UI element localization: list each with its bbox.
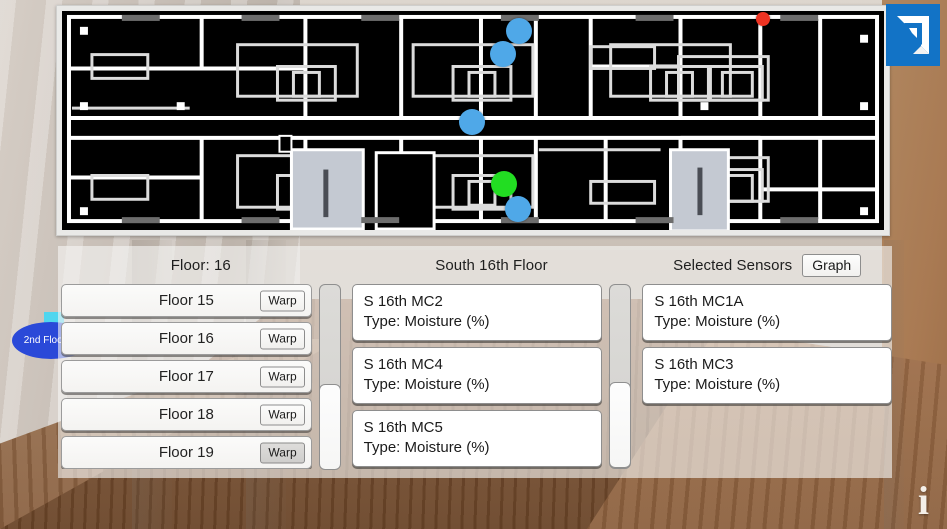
floors-header: Floor: 16 [61, 246, 341, 284]
warp-button[interactable]: Warp [260, 328, 305, 349]
selected-sensors-list[interactable]: S 16th MC1A Type: Moisture (%) S 16th MC3 T… [642, 284, 892, 469]
floors-scrollbar-thumb[interactable] [318, 383, 341, 470]
floor-list-item[interactable]: Floor 19 Warp [61, 436, 312, 469]
sensor-dot[interactable] [491, 171, 517, 197]
sensor-dot[interactable] [505, 196, 531, 222]
floors-column: Floor: 16 Floor 15 Warp Floor 16 Warp Floor … [61, 246, 341, 478]
floors-scrollbar[interactable] [318, 284, 341, 470]
sensor-card-name: S 16th MC5 [363, 419, 443, 436]
sensor-card[interactable]: S 16th MC3 Type: Moisture (%) [642, 347, 892, 404]
sensors-list[interactable]: S 16th MC2 Type: Moisture (%) S 16th MC4 Ty… [351, 284, 603, 469]
warp-button[interactable]: Warp [260, 290, 305, 311]
sensor-card[interactable]: S 16th MC5 Type: Moisture (%) [351, 410, 603, 467]
floor-list-item[interactable]: Floor 18 Warp [61, 398, 312, 431]
application-root: 2nd Floor St Floor: 16 Floor 15 Warp Floor… [0, 0, 947, 529]
sensors-scrollbar-thumb[interactable] [609, 381, 632, 468]
floor-plan-canvas[interactable] [62, 11, 884, 230]
sensor-card-type: Type: Moisture (%) [363, 313, 490, 330]
sensor-dot[interactable] [506, 17, 532, 44]
floors-list-wrap: Floor 15 Warp Floor 16 Warp Floor 17 Warp Floo… [61, 284, 341, 470]
sensor-card-type: Type: Moisture (%) [654, 376, 781, 393]
selected-sensors-title: Selected Sensors [673, 256, 793, 274]
sensor-card-name: S 16th MC3 [654, 356, 734, 373]
warp-button[interactable]: Warp [260, 404, 305, 425]
sensor-card[interactable]: S 16th MC2 Type: Moisture (%) [351, 284, 603, 341]
bottom-control-panel: Floor: 16 Floor 15 Warp Floor 16 Warp Floor … [58, 246, 892, 478]
sensors-scrollbar[interactable] [609, 284, 632, 469]
company-logo [886, 4, 940, 66]
sensor-card-type: Type: Moisture (%) [654, 313, 781, 330]
logo-glyph-icon [897, 16, 929, 54]
sensors-header: South 16th Floor [352, 246, 632, 284]
floors-title: Floor: 16 [170, 256, 231, 274]
floor-item-label: Floor 15 [158, 292, 214, 309]
warp-button[interactable]: Warp [260, 442, 305, 463]
sensor-card-type: Type: Moisture (%) [363, 376, 490, 393]
floor-plan-frame[interactable] [56, 5, 890, 236]
sensors-column: South 16th Floor S 16th MC2 Type: Moistur… [351, 246, 632, 478]
sensors-list-wrap: S 16th MC2 Type: Moisture (%) S 16th MC4 Ty… [351, 284, 632, 469]
sensor-card-type: Type: Moisture (%) [363, 439, 490, 456]
sensor-card[interactable]: S 16th MC1A Type: Moisture (%) [642, 284, 892, 341]
warp-button[interactable]: Warp [260, 366, 305, 387]
sensor-card-name: S 16th MC2 [363, 293, 443, 310]
info-icon[interactable]: i [918, 481, 929, 521]
sensor-card-name: S 16th MC1A [654, 293, 744, 310]
floor-item-label: Floor 16 [158, 330, 214, 347]
sensor-card-name: S 16th MC4 [363, 356, 443, 373]
sensor-dot[interactable] [756, 12, 770, 26]
sensor-card[interactable]: S 16th MC4 Type: Moisture (%) [351, 347, 603, 404]
floor-list-item[interactable]: Floor 15 Warp [61, 284, 312, 317]
floor-item-label: Floor 17 [158, 368, 214, 385]
selected-sensors-header: Selected Sensors Graph [642, 246, 892, 284]
floor-list-item[interactable]: Floor 17 Warp [61, 360, 312, 393]
floors-list[interactable]: Floor 15 Warp Floor 16 Warp Floor 17 Warp Floo… [61, 284, 312, 469]
selected-sensors-column: Selected Sensors Graph S 16th MC1A Type: … [642, 246, 892, 478]
floor-item-label: Floor 19 [158, 444, 214, 461]
selected-list-wrap: S 16th MC1A Type: Moisture (%) S 16th MC3 T… [642, 284, 892, 469]
sensor-dot[interactable] [459, 109, 485, 135]
floor-list-item[interactable]: Floor 16 Warp [61, 322, 312, 355]
floor-item-label: Floor 18 [158, 406, 214, 423]
sensors-title: South 16th Floor [435, 256, 548, 274]
graph-button[interactable]: Graph [802, 253, 862, 277]
sensor-dot[interactable] [490, 41, 516, 67]
